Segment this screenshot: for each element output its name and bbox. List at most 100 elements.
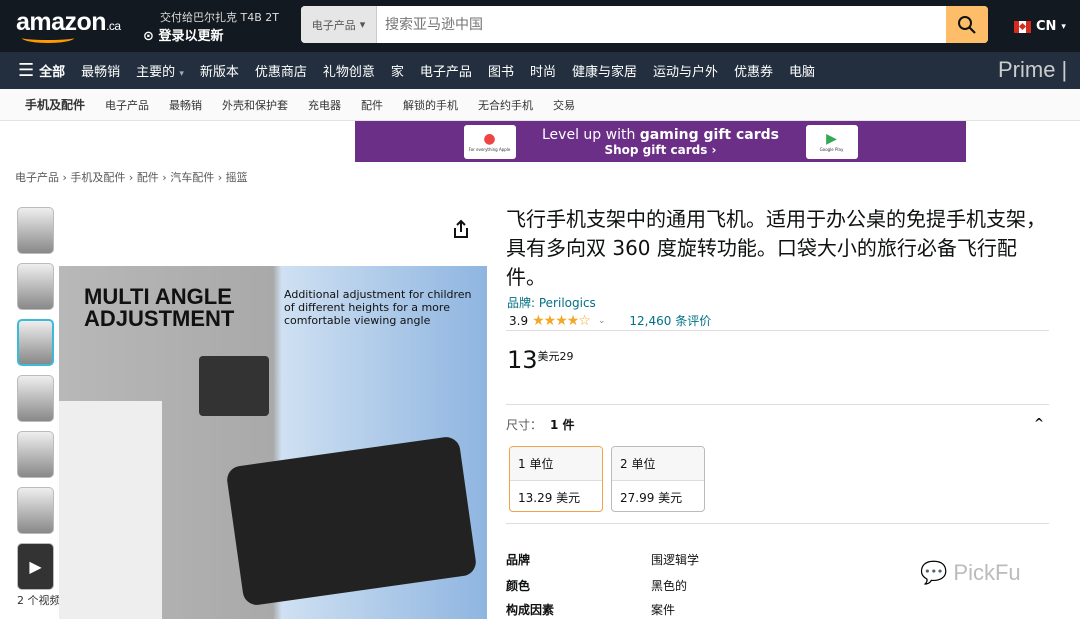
breadcrumb-item[interactable]: 手机及配件 — [70, 171, 125, 184]
location-pin-icon: ⊙ — [143, 29, 154, 44]
search-icon — [958, 15, 976, 34]
thumbnail[interactable] — [17, 207, 54, 254]
nav-item[interactable]: 健康与家居 — [572, 61, 637, 80]
subnav-item[interactable]: 手机及配件 — [25, 96, 85, 113]
nav-all-menu[interactable]: ☰ 全部 — [18, 60, 65, 81]
nav-item[interactable]: 电子产品 — [420, 61, 472, 80]
apple-card-label: For everything Apple — [468, 147, 511, 152]
subnav-item[interactable]: 最畅销 — [169, 97, 202, 113]
breadcrumb-item[interactable]: 配件 — [137, 171, 159, 184]
subnav-item[interactable]: 电子产品 — [105, 97, 149, 113]
image-heading: MULTI ANGLE ADJUSTMENT — [84, 284, 235, 331]
chevron-down-icon[interactable]: ⌄ — [598, 316, 606, 326]
brand-link[interactable]: 品牌: Perilogics — [507, 294, 596, 311]
subnav-item[interactable]: 外壳和保护套 — [222, 97, 288, 113]
search-input[interactable] — [377, 6, 946, 43]
thumbnail[interactable] — [17, 263, 54, 310]
thumbnail[interactable] — [17, 431, 54, 478]
nav-item[interactable]: 运动与户外 — [653, 61, 718, 80]
caret-down-icon: ▾ — [179, 69, 184, 79]
prime-link[interactable]: Prime | — [998, 57, 1067, 83]
thumbnail[interactable] — [17, 487, 54, 534]
video-thumbnail[interactable]: ▶ — [17, 543, 54, 590]
option-price: 27.99 美元 — [620, 491, 683, 505]
rating-row: 3.9 ★★★★☆ ⌄ 12,460 条评价 — [509, 312, 711, 329]
locale-selector[interactable]: CN ▾ — [1014, 19, 1066, 34]
breadcrumb-item[interactable]: 汽车配件 — [170, 171, 214, 184]
spec-key: 品牌 — [506, 553, 531, 567]
nav-item[interactable]: 优惠券 — [734, 61, 773, 80]
logo-text: amazon — [16, 8, 107, 36]
size-option[interactable]: 2 单位 27.99 美元 — [611, 446, 705, 512]
thumbnail-selected[interactable] — [17, 319, 54, 366]
phone-holder-image — [199, 356, 269, 416]
subnav-item[interactable]: 交易 — [553, 97, 575, 113]
nav-item[interactable]: 主要的 ▾ — [136, 61, 184, 80]
caret-down-icon: ▾ — [1061, 21, 1066, 32]
spec-key: 颜色 — [506, 579, 531, 593]
deliver-to-location[interactable]: 交付给巴尔扎克 T4B 2T ⊙ 登录以更新 — [143, 9, 279, 44]
share-icon — [454, 219, 468, 238]
watermark: 💬 PickFu — [920, 560, 1021, 586]
google-play-card: ▶ Google Play — [805, 124, 858, 159]
share-button[interactable] — [452, 219, 470, 243]
size-selected: 1 件 — [550, 418, 575, 432]
spec-value: 围逻辑学 — [651, 553, 700, 567]
google-play-icon: ▶ — [826, 131, 837, 147]
search-category-select[interactable]: 电子产品 ▾ — [301, 6, 377, 43]
canada-flag-icon — [1014, 20, 1031, 33]
subnav-item[interactable]: 配件 — [361, 97, 383, 113]
deliver-to-text: 交付给巴尔扎克 T4B 2T — [160, 11, 279, 24]
video-count[interactable]: 2 个视频 — [17, 592, 61, 608]
nav-item[interactable]: 新版本 — [200, 61, 239, 80]
nav-item[interactable]: 优惠商店 — [255, 61, 307, 80]
search-bar: 电子产品 ▾ — [301, 6, 988, 43]
wechat-icon: 💬 — [920, 560, 948, 585]
price: 13美元29 — [507, 346, 574, 374]
breadcrumb: 电子产品 › 手机及配件 › 配件 › 汽车配件 › 摇篮 — [15, 171, 248, 184]
subnav-item[interactable]: 解锁的手机 — [403, 97, 458, 113]
nav-item[interactable]: 最畅销 — [81, 61, 120, 80]
main-nav: ☰ 全部 最畅销 主要的 ▾ 新版本 优惠商店 礼物创意 家 电子产品 图书 时尚… — [0, 52, 1080, 89]
nav-item[interactable]: 礼物创意 — [323, 61, 375, 80]
subnav-item[interactable]: 无合约手机 — [478, 97, 533, 113]
image-subtext: Additional adjustment for children of di… — [284, 288, 472, 327]
nav-all-label: 全部 — [39, 65, 66, 80]
option-price: 13.29 美元 — [518, 491, 581, 505]
thumbnail[interactable] — [17, 375, 54, 422]
size-label: 尺寸： 1 件 — [506, 416, 575, 433]
star-rating-icon[interactable]: ★★★★☆ — [532, 313, 591, 329]
breadcrumb-item[interactable]: 摇篮 — [226, 171, 248, 184]
size-label-text: 尺寸： — [506, 418, 543, 432]
locale-label: CN — [1036, 19, 1057, 34]
banner-headline-bold: gaming gift cards — [639, 126, 779, 143]
nav-item[interactable]: 家 — [391, 61, 404, 80]
search-category-label: 电子产品 — [311, 18, 356, 32]
chevron-up-icon[interactable]: ^ — [1034, 416, 1044, 430]
caret-down-icon: ▾ — [359, 18, 366, 31]
shop-gift-cards-link[interactable]: Shop gift cards › — [536, 143, 786, 157]
login-update-text: 登录以更新 — [158, 29, 224, 44]
google-play-label: Google Play — [819, 147, 844, 152]
spec-value: 黑色的 — [651, 579, 688, 593]
nav-item[interactable]: 时尚 — [530, 61, 556, 80]
watermark-text: PickFu — [953, 560, 1021, 585]
logo-suffix: .ca — [106, 19, 121, 33]
spec-value: 案件 — [651, 603, 676, 617]
search-button[interactable] — [946, 6, 988, 43]
apple-gift-card: ● For everything Apple — [463, 124, 516, 159]
reviews-link[interactable]: 12,460 条评价 — [629, 312, 711, 329]
divider — [506, 523, 1049, 524]
divider — [506, 404, 1049, 405]
phone-image — [225, 435, 478, 607]
option-name: 1 单位 — [510, 447, 602, 481]
breadcrumb-item[interactable]: 电子产品 — [15, 171, 59, 184]
subnav-item[interactable]: 充电器 — [308, 97, 341, 113]
sub-nav: 手机及配件 电子产品 最畅销 外壳和保护套 充电器 配件 解锁的手机 无合约手机… — [0, 89, 1080, 121]
main-product-image[interactable]: MULTI ANGLE ADJUSTMENT Additional adjust… — [59, 266, 487, 619]
nav-item[interactable]: 电脑 — [789, 61, 815, 80]
nav-item[interactable]: 图书 — [488, 61, 514, 80]
gift-card-banner[interactable]: ● For everything Apple Level up with gami… — [355, 121, 966, 162]
size-option-selected[interactable]: 1 单位 13.29 美元 — [509, 446, 603, 512]
hamburger-icon: ☰ — [18, 60, 35, 81]
